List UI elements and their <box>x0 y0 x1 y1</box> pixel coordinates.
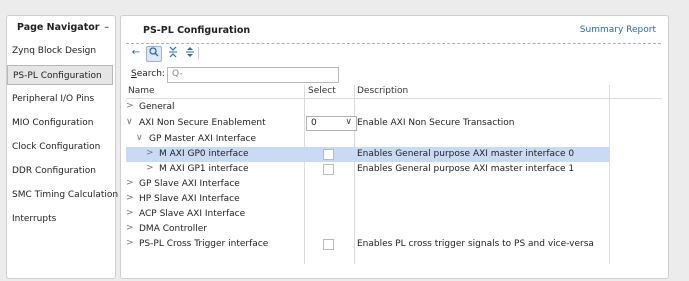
table-row[interactable]: > ACP Slave AXI Interface <box>126 207 662 222</box>
chevron-right-icon[interactable]: > <box>146 148 154 158</box>
search-label-text: earch: <box>136 69 165 79</box>
nav-item-peripheral-io-pins[interactable]: Peripheral I/O Pins <box>7 89 113 109</box>
nav-item-clock-configuration[interactable]: Clock Configuration <box>7 137 113 157</box>
chevron-right-icon[interactable]: > <box>146 163 154 173</box>
nav-item-zynq-block-design[interactable]: Zynq Block Design <box>7 41 113 61</box>
row-description: Enables General purpose AXI master inter… <box>357 149 575 159</box>
select-value: 0 <box>311 118 317 128</box>
chevron-right-icon[interactable]: > <box>126 193 134 203</box>
collapse-all-icon[interactable] <box>166 46 180 60</box>
row-name: GP Master AXI Interface <box>149 134 256 144</box>
chevron-right-icon[interactable]: > <box>126 101 134 111</box>
table-row[interactable]: > DMA Controller <box>126 222 662 237</box>
column-divider <box>304 85 305 98</box>
select-checkbox[interactable] <box>323 239 334 250</box>
top-strip <box>0 0 689 7</box>
chevron-right-icon[interactable]: > <box>126 238 134 248</box>
row-description: Enables PL cross trigger signals to PS a… <box>357 239 594 249</box>
magnifier-icon <box>149 47 159 57</box>
summary-report-link[interactable]: Summary Report <box>580 25 656 35</box>
column-header-description[interactable]: Description <box>357 86 408 96</box>
column-divider <box>354 85 355 98</box>
chevron-right-icon[interactable]: > <box>126 178 134 188</box>
chevron-down-icon[interactable]: ∨ <box>136 133 143 143</box>
nav-item-smc-timing-calculation[interactable]: SMC Timing Calculation <box>7 185 118 205</box>
ps-pl-configuration-panel: PS-PL Configuration Summary Report ← Sea… <box>120 15 669 279</box>
table-row[interactable]: > PS-PL Cross Trigger interface Enables … <box>126 237 662 252</box>
row-name: AXI Non Secure Enablement <box>139 118 266 128</box>
search-icon: Q- <box>172 69 183 79</box>
table-row[interactable]: > GP Slave AXI Interface <box>126 177 662 192</box>
collapse-arrows-icon <box>169 46 177 58</box>
search-toggle-icon[interactable] <box>146 46 162 62</box>
row-description: Enable AXI Non Secure Transaction <box>357 118 515 128</box>
row-name: General <box>139 102 175 112</box>
page-navigator-panel: Page Navigator – Zynq Block Design PS-PL… <box>6 15 118 279</box>
nav-item-ddr-configuration[interactable]: DDR Configuration <box>7 161 113 181</box>
column-header-select[interactable]: Select <box>308 86 336 96</box>
chevron-right-icon[interactable]: > <box>126 223 134 233</box>
row-name: M AXI GP1 interface <box>159 164 249 174</box>
search-input[interactable]: Q- <box>167 67 339 83</box>
page-navigator-header: Page Navigator – <box>7 22 115 36</box>
select-checkbox[interactable] <box>323 149 334 160</box>
column-divider <box>609 85 610 98</box>
chevron-right-icon[interactable]: > <box>126 208 134 218</box>
non-secure-select[interactable]: 0 ∨ <box>306 116 357 131</box>
nav-item-interrupts[interactable]: Interrupts <box>7 209 113 229</box>
row-name: HP Slave AXI Interface <box>139 194 240 204</box>
row-name: PS-PL Cross Trigger interface <box>139 239 269 249</box>
back-icon[interactable]: ← <box>129 46 143 60</box>
page-navigator-title: Page Navigator <box>17 22 100 33</box>
table-header: Name Select Description <box>126 85 662 99</box>
row-name: ACP Slave AXI Interface <box>139 209 246 219</box>
minimize-icon[interactable]: – <box>104 22 109 33</box>
page-title: PS-PL Configuration <box>143 25 251 36</box>
table-row[interactable]: ∨ AXI Non Secure Enablement 0 ∨ Enable A… <box>126 115 662 132</box>
row-name: GP Slave AXI Interface <box>139 179 240 189</box>
column-header-name[interactable]: Name <box>128 86 155 96</box>
expand-arrows-icon <box>186 47 194 57</box>
table-row-selected[interactable]: > M AXI GP0 interface Enables General pu… <box>126 147 662 162</box>
search-label: Search: <box>131 69 165 79</box>
table-row[interactable]: > HP Slave AXI Interface <box>126 192 662 207</box>
select-checkbox[interactable] <box>323 164 334 175</box>
table-row[interactable]: > M AXI GP1 interface Enables General pu… <box>126 162 662 177</box>
nav-item-ps-pl-configuration[interactable]: PS-PL Configuration <box>7 65 113 85</box>
title-divider <box>126 43 661 44</box>
chevron-down-icon: ∨ <box>345 117 352 127</box>
expand-all-icon[interactable] <box>183 46 197 60</box>
table-row[interactable]: > General <box>126 100 662 115</box>
toolbar-separator <box>198 47 199 59</box>
row-name: M AXI GP0 interface <box>159 149 249 159</box>
row-name: DMA Controller <box>139 224 207 234</box>
chevron-down-icon[interactable]: ∨ <box>126 117 133 127</box>
nav-item-mio-configuration[interactable]: MIO Configuration <box>7 113 113 133</box>
row-description: Enables General purpose AXI master inter… <box>357 164 575 174</box>
table-row[interactable]: ∨ GP Master AXI Interface <box>126 132 662 147</box>
